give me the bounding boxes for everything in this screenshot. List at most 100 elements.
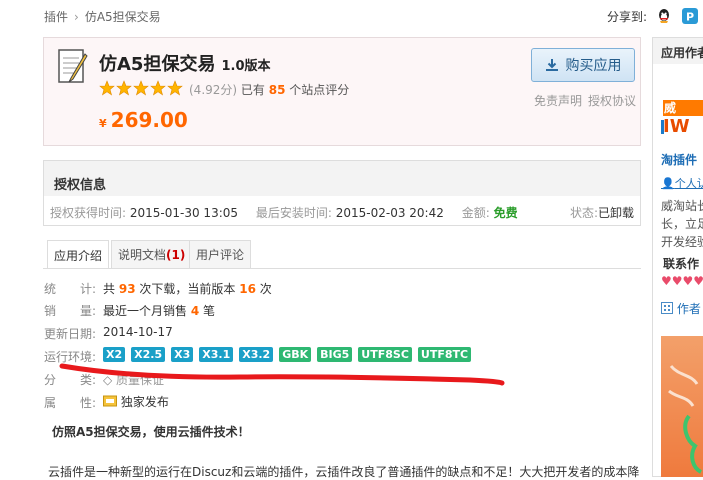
- state-value: 已卸载: [598, 206, 635, 220]
- obtained-label: 授权获得时间:: [50, 206, 127, 220]
- star-icon: [150, 80, 166, 96]
- breadcrumb-root-link[interactable]: 插件: [44, 10, 68, 24]
- stats-text-a: 共: [103, 282, 116, 296]
- amount-value: 免费: [493, 206, 518, 220]
- env-label: 运行环境:: [44, 350, 97, 364]
- notepad-icon: [57, 48, 89, 86]
- tab-divider: [43, 268, 641, 269]
- rating-stars: [99, 80, 184, 99]
- updated-label: 更新日期:: [44, 327, 97, 341]
- breadcrumb-current: 仿A5担保交易: [84, 10, 161, 24]
- product-version: 1.0版本: [221, 59, 271, 74]
- license-state: 状态:已卸载: [570, 204, 634, 221]
- stats-version-downloads: 16: [239, 282, 256, 296]
- env-tag: X3: [171, 347, 194, 362]
- star-icon: [116, 80, 132, 96]
- sales-value: 最近一个月销售 4 笔: [103, 302, 215, 319]
- tab-reviews[interactable]: 用户评论: [189, 240, 252, 268]
- category-icon: ◇: [103, 373, 117, 387]
- disclaimer-link[interactable]: 免责声明: [534, 94, 582, 108]
- stats-text-b: 次下载，当前版本: [139, 282, 236, 296]
- sales-text-b: 笔: [203, 304, 216, 318]
- author-apps-label: 作者: [676, 302, 701, 316]
- license-info-title: 授权信息: [54, 178, 107, 193]
- tab-intro[interactable]: 应用介绍: [47, 240, 110, 269]
- installed-value: 2015-02-03 20:42: [335, 206, 444, 220]
- env-tag: X3.1: [199, 347, 234, 362]
- author-desc-line3: 开发经验: [661, 235, 703, 249]
- rating-score: (4.92分): [189, 83, 238, 97]
- grid-icon: [661, 302, 673, 317]
- env-tag: X2.5: [131, 347, 166, 362]
- sidebar-title: 应用作者: [661, 46, 703, 60]
- tab-docs-count: (1): [166, 247, 186, 262]
- product-title: 仿A5担保交易 1.0版本: [99, 54, 271, 75]
- svg-text:IW: IW: [663, 116, 690, 136]
- sales-text-a: 最近一个月销售: [103, 304, 188, 318]
- env-tag: X3.2: [239, 347, 274, 362]
- tab-intro-label: 应用介绍: [54, 248, 103, 263]
- breadcrumb: 插件 › 仿A5担保交易: [44, 8, 161, 25]
- license-link[interactable]: 授权协议: [588, 94, 636, 108]
- tab-reviews-label: 用户评论: [196, 248, 245, 262]
- stats-text-c: 次: [259, 282, 272, 296]
- author-desc-line2: 长，立足: [661, 217, 703, 231]
- obtained-value: 2015-01-30 13:05: [129, 206, 239, 220]
- buy-app-button[interactable]: 购买应用: [531, 48, 635, 82]
- qzone-icon[interactable]: P: [682, 8, 698, 24]
- env-tag: UTF8TC: [417, 347, 472, 362]
- attr-value: 独家发布: [103, 393, 169, 410]
- rating-prefix: 已有: [240, 83, 265, 97]
- attr-label: 属 性:: [44, 396, 97, 410]
- star-icon: [167, 80, 183, 96]
- author-name-link[interactable]: 淘插件: [661, 151, 697, 168]
- rating-count: 85: [268, 83, 286, 97]
- user-icon: 👤: [661, 177, 675, 190]
- buy-app-label: 购买应用: [565, 58, 622, 74]
- qq-icon[interactable]: [656, 8, 672, 24]
- env-tag: X2: [103, 347, 126, 362]
- tab-docs-label: 说明文档: [118, 248, 167, 262]
- svg-text:P: P: [686, 11, 694, 24]
- description-body: 云插件是一种新型的运行在Discuz和云端的插件，云插件改良了普通插件的缺点和不…: [48, 465, 640, 479]
- env-tag: BIG5: [317, 347, 353, 362]
- sidebar-ad-banner[interactable]: [661, 336, 703, 477]
- sales-count: 4: [190, 304, 200, 318]
- star-icon: [99, 80, 115, 96]
- license-info-header: [44, 161, 640, 196]
- description-headline: 仿照A5担保交易，使用云插件技术！: [52, 425, 250, 439]
- attr-text: 独家发布: [120, 395, 169, 409]
- stats-label: 统 计:: [44, 282, 97, 296]
- price-value: 269.00: [110, 108, 188, 132]
- env-tag: UTF8SC: [358, 347, 412, 362]
- breadcrumb-separator: ›: [74, 10, 79, 24]
- personal-cert-label: 个人认: [674, 177, 703, 190]
- installed-label: 最后安装时间:: [255, 206, 332, 220]
- legal-links: 免责声明 授权协议: [534, 92, 642, 109]
- stats-value: 共 93 次下载，当前版本 16 次: [103, 280, 272, 297]
- rating-text: (4.92分) 已有 85 个站点评分: [189, 81, 349, 98]
- download-icon: [545, 58, 559, 72]
- category-label: 分 类:: [44, 373, 97, 387]
- env-tag: GBK: [279, 347, 312, 362]
- svg-text:威: 威: [664, 100, 676, 115]
- sales-label: 销 量:: [44, 304, 97, 318]
- author-apps-link[interactable]: 作者: [661, 300, 701, 317]
- state-label: 状态:: [570, 206, 599, 220]
- currency-symbol: ¥: [99, 117, 107, 130]
- env-tags: X2 X2.5 X3 X3.1 X3.2 GBK BIG5 UTF8SC UTF8TC: [103, 347, 477, 362]
- rating-suffix: 个站点评分: [289, 83, 350, 97]
- stats-downloads: 93: [118, 282, 136, 296]
- license-info-row: 授权获得时间: 2015-01-30 13:05 最后安装时间: 2015-02…: [50, 204, 518, 221]
- author-logo[interactable]: 威 IW: [661, 82, 703, 137]
- credit-hearts: ♥♥♥♥: [661, 274, 703, 288]
- star-icon: [133, 80, 149, 96]
- product-price: ¥269.00: [99, 108, 188, 132]
- author-desc-line1: 威淘站长: [661, 199, 703, 213]
- tab-docs[interactable]: 说明文档 (1): [111, 240, 193, 268]
- share-label: 分享到:: [607, 10, 648, 24]
- updated-value: 2014-10-17: [103, 325, 173, 339]
- personal-cert-link[interactable]: 👤个人认: [661, 175, 703, 191]
- category-text: 质量保证: [116, 373, 165, 387]
- amount-label: 金额:: [461, 206, 490, 220]
